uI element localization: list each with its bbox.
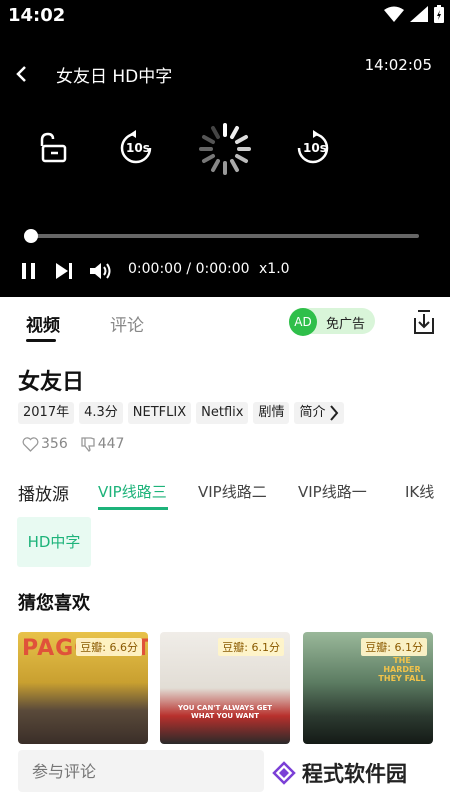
episode-hd-button[interactable]: HD中字 (17, 517, 91, 567)
reactions: 356 447 (22, 436, 124, 452)
wifi-icon (384, 6, 404, 22)
tag-genre: 剧情 (253, 402, 290, 424)
recommend-heading: 猜您喜欢 (18, 593, 90, 614)
loading-spinner-icon (199, 123, 251, 175)
play-source-section: 播放源 VIP线路三 VIP线路二 VIP线路一 IK线 (0, 477, 450, 517)
tab-video[interactable]: 视频 (26, 311, 60, 336)
poster-title: THE HARDER THEY FALL (378, 656, 426, 683)
dislike-count: 447 (97, 436, 125, 452)
tag-platform: NETFLIX (127, 402, 192, 424)
thumbs-down-icon (81, 437, 95, 452)
player-clock: 14:02:05 (364, 56, 432, 74)
comment-bar: 程式软件园 (0, 744, 450, 800)
dislike-button[interactable]: 447 (80, 436, 125, 452)
next-icon[interactable] (54, 262, 74, 280)
synopsis-label: 简介 (299, 405, 326, 420)
tag-score: 4.3分 (79, 402, 123, 424)
line-vip-3[interactable]: VIP线路三 (98, 481, 167, 502)
forward-10s-button[interactable]: 10s (293, 128, 333, 168)
video-title: 女友日 HD中字 (56, 67, 173, 87)
brand-logo-icon (272, 761, 296, 785)
back-icon[interactable] (14, 64, 30, 84)
rewind-label: 10s (126, 141, 150, 155)
status-time: 14:02 (8, 5, 66, 26)
brand-watermark: 程式软件园 (272, 758, 407, 788)
forward-label: 10s (303, 141, 327, 155)
douban-rating: 豆瓣: 6.1分 (218, 638, 284, 656)
movie-tags: 2017年 4.3分 NETFLIX Netflix 剧情 简介 (18, 402, 345, 424)
detail-tabs: 视频 评论 AD 免广告 (0, 297, 450, 347)
recommend-card[interactable]: PAGGLAIT 豆瓣: 6.6分 (18, 632, 148, 744)
ad-icon: AD (289, 308, 317, 336)
playback-speed[interactable]: x1.0 (259, 261, 290, 277)
movie-title: 女友日 (18, 370, 85, 395)
signal-icon (410, 6, 428, 22)
tag-studio: Netflix (196, 402, 249, 424)
tab-underline (26, 339, 56, 342)
timecode: 0:00:00 / 0:00:00 (128, 261, 250, 277)
seek-bar[interactable] (31, 234, 419, 238)
line-vip-2[interactable]: VIP线路二 (198, 481, 267, 502)
unlock-icon[interactable] (34, 128, 74, 168)
chevron-right-icon (330, 405, 339, 421)
ad-free-label: 免广告 (326, 317, 366, 332)
tag-year: 2017年 (18, 402, 75, 424)
volume-icon[interactable] (88, 261, 112, 281)
status-icons (384, 5, 444, 23)
recommend-card[interactable]: THE HARDER THEY FALL 豆瓣: 6.1分 (303, 632, 433, 744)
douban-rating: 豆瓣: 6.1分 (361, 638, 427, 656)
video-player[interactable]: 14:02 女友日 HD中字 14:02:05 10s 10s 0:00:00 … (0, 0, 450, 297)
line-vip-1[interactable]: VIP线路一 (298, 481, 367, 502)
like-count: 356 (41, 436, 68, 452)
player-bottom-controls: 0:00:00 / 0:00:00 x1.0 (0, 258, 450, 284)
player-title-bar: 女友日 HD中字 14:02:05 (0, 56, 450, 92)
battery-icon (434, 5, 444, 23)
like-button[interactable]: 356 (22, 436, 68, 452)
download-icon[interactable] (410, 308, 438, 336)
line-ik[interactable]: IK线 (405, 481, 434, 502)
pause-icon[interactable] (20, 262, 38, 280)
line-underline (98, 507, 168, 510)
comment-input[interactable] (18, 750, 264, 792)
ad-free-button[interactable]: AD 免广告 (289, 308, 375, 336)
douban-rating: 豆瓣: 6.6分 (76, 638, 142, 656)
play-source-label: 播放源 (18, 485, 69, 505)
synopsis-button[interactable]: 简介 (294, 402, 345, 424)
rewind-10s-button[interactable]: 10s (116, 128, 156, 168)
poster-title: YOU CAN'T ALWAYS GET WHAT YOU WANT (178, 704, 272, 720)
status-bar: 14:02 (0, 0, 450, 30)
heart-icon (22, 436, 39, 452)
tab-comments[interactable]: 评论 (110, 311, 144, 336)
brand-name: 程式软件园 (302, 762, 407, 786)
recommend-card[interactable]: YOU CAN'T ALWAYS GET WHAT YOU WANT 豆瓣: 6… (160, 632, 290, 744)
seek-handle[interactable] (24, 229, 38, 243)
